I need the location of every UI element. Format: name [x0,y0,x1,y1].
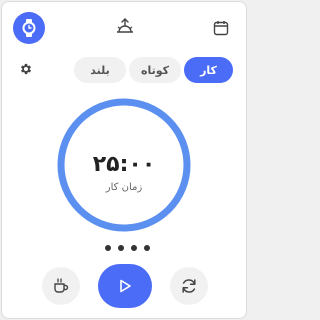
calendar-button[interactable] [212,19,230,37]
gear-icon [20,63,32,75]
tab-work[interactable]: کار [184,57,233,83]
session-dot [144,245,150,251]
session-dot [105,245,111,251]
play-button[interactable] [98,264,152,308]
session-dots [105,245,150,251]
calendar-icon [213,21,229,36]
break-button[interactable] [42,267,80,305]
coffee-icon [54,278,69,293]
timer-widget: بلند کوتاه کار ۲۵:۰۰ زمان کار [1,1,247,319]
sunrise-icon [117,18,133,33]
settings-button[interactable] [18,61,34,77]
reset-button[interactable] [170,267,208,305]
tab-short-break[interactable]: کوتاه [129,57,181,83]
tab-long-break[interactable]: بلند [74,57,126,83]
refresh-icon [182,279,196,293]
sunrise-button[interactable] [115,17,135,37]
watch-button[interactable] [13,12,45,44]
timer-label: زمان کار [105,182,143,193]
mode-tabs: بلند کوتاه کار [74,57,233,83]
session-dot [131,245,137,251]
watch-icon [22,19,36,37]
timer-display: ۲۵:۰۰ [92,152,156,177]
play-icon [120,279,131,293]
session-dot [118,245,124,251]
